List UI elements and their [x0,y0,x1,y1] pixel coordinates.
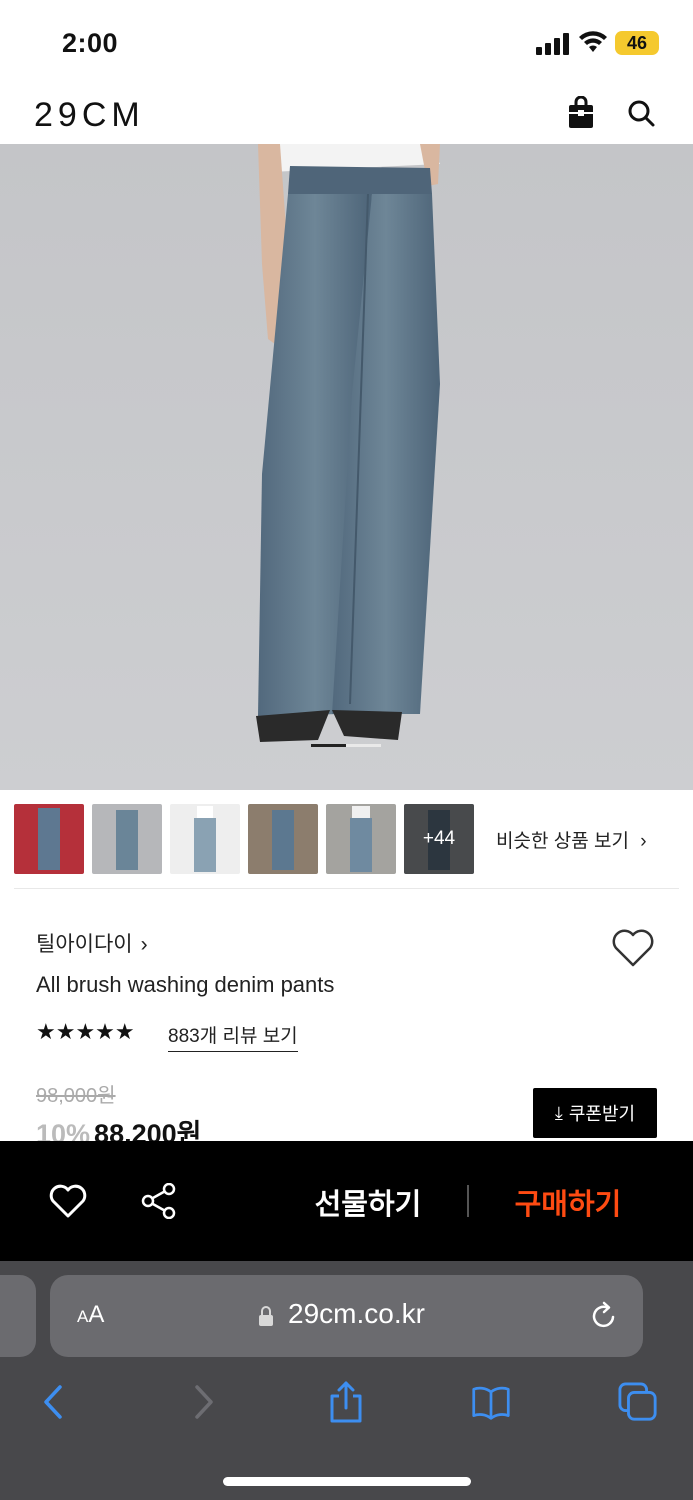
share-icon[interactable] [139,1183,179,1219]
reader-aa-button[interactable]: AA [77,1301,104,1329]
divider [467,1185,469,1217]
forward-icon[interactable] [183,1381,223,1423]
similar-products-link[interactable]: 비슷한 상품 보기 › [496,826,647,853]
share-icon[interactable] [326,1381,366,1423]
divider [14,888,679,889]
tabs-icon[interactable] [618,1381,658,1423]
url-text: 29cm.co.kr [288,1298,425,1329]
product-image[interactable] [0,144,693,790]
buy-button[interactable]: 구매하기 [470,1181,666,1223]
signal-icon [536,33,569,55]
heart-icon[interactable] [610,927,656,969]
thumbnail-strip: +44 비슷한 상품 보기 › [14,804,679,876]
more-count: +44 [404,804,474,874]
reload-icon[interactable] [590,1301,618,1331]
wifi-icon [579,31,607,52]
browser-toolbar: AA 29cm.co.kr [0,1261,693,1500]
sale-price-line: 10% 88,200원 [36,1112,201,1149]
gift-button[interactable]: 선물하기 [270,1181,466,1223]
lock-icon [259,1306,273,1326]
denim-pants-photo [0,144,693,790]
thumbnail-4[interactable] [248,804,318,874]
coupon-button[interactable]: ⤓ 쿠폰받기 [533,1088,657,1138]
purchase-action-bar: 선물하기 구매하기 [0,1141,693,1261]
status-bar: 2:00 46 [0,0,693,88]
slide-indicator [311,744,381,748]
thumbnail-more[interactable]: +44 [404,804,474,874]
brand-logo[interactable]: 29CM [34,96,145,135]
previous-tab-peek[interactable] [0,1275,36,1357]
product-title: All brush washing denim pants [36,972,335,997]
heart-icon[interactable] [48,1183,88,1219]
address-bar[interactable]: AA 29cm.co.kr [50,1275,643,1357]
original-price: 98,000원 [36,1085,116,1107]
thumbnail-5[interactable] [326,804,396,874]
chevron-right-icon: › [140,933,148,956]
thumbnail-2[interactable] [92,804,162,874]
app-header: 29CM [0,88,693,144]
chevron-right-icon: › [640,831,647,852]
rating-stars: ★★★★★ [36,1019,135,1044]
thumbnail-3[interactable] [170,804,240,874]
home-indicator [223,1477,471,1486]
bag-icon[interactable] [566,96,596,130]
thumbnail-1[interactable] [14,804,84,874]
bookmarks-icon[interactable] [471,1381,511,1423]
battery-indicator: 46 [615,31,659,55]
status-time: 2:00 [62,28,119,58]
search-icon[interactable] [626,96,656,130]
brand-link[interactable]: 틸아이다이 › [36,928,148,958]
download-icon: ⤓ [554,1102,563,1123]
review-link[interactable]: 883개 리뷰 보기 [168,1021,298,1052]
back-icon[interactable] [34,1381,74,1423]
